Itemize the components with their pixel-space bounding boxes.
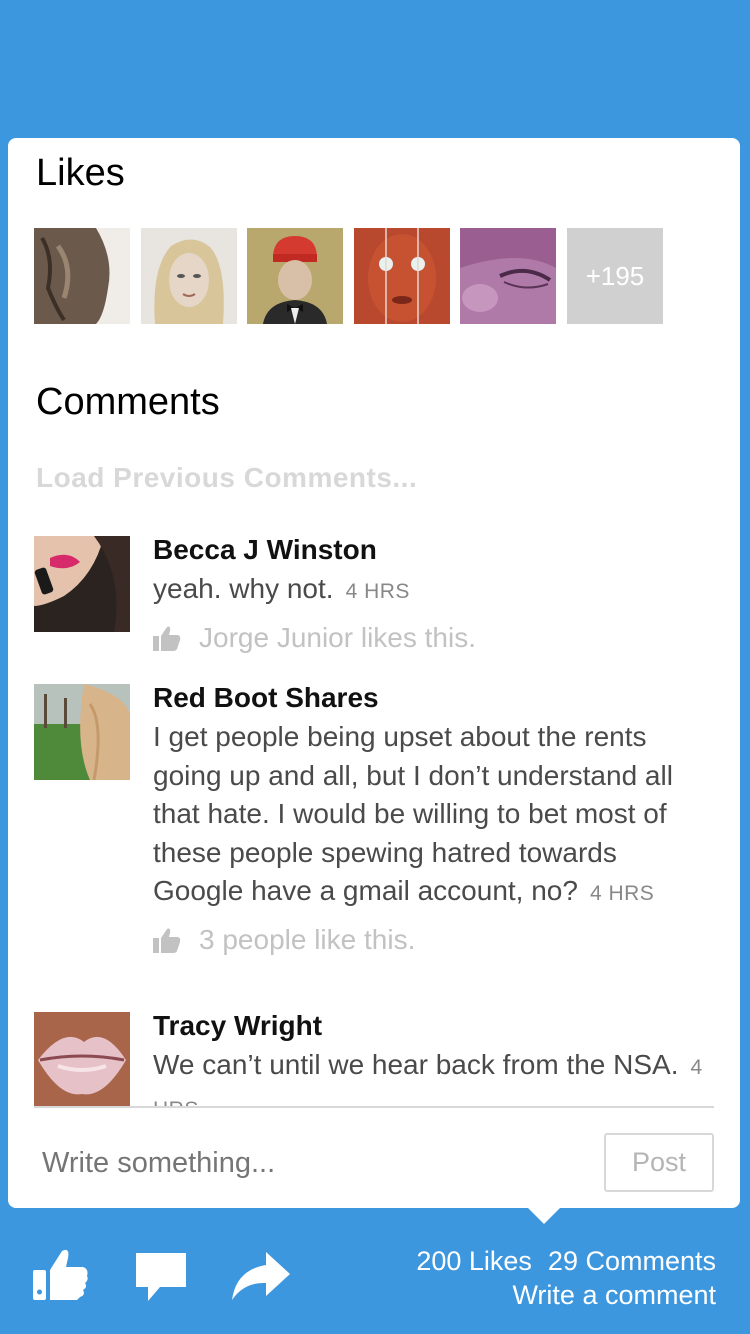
comments-heading: Comments [36, 381, 220, 423]
comment-likes-text: Jorge Junior likes this. [199, 621, 477, 653]
liker-avatar[interactable] [247, 228, 343, 324]
comment-likes[interactable]: 3 people like this. [153, 922, 713, 958]
thumbs-up-icon [153, 626, 181, 651]
post-action-bar: 200 Likes 29 Comments Write a comment [0, 1208, 750, 1334]
liker-avatar[interactable] [141, 228, 237, 324]
speech-bubble-icon [136, 1253, 186, 1301]
thumbs-up-icon [153, 928, 181, 953]
comment-input[interactable] [42, 1143, 582, 1183]
post-button[interactable]: Post [604, 1133, 714, 1192]
comment-likes[interactable]: Jorge Junior likes this. [153, 620, 713, 656]
comment-text: I get people being upset about the rents… [153, 721, 673, 906]
liker-avatar[interactable] [460, 228, 556, 324]
comment-text: We can’t until we hear back from the NSA… [153, 1046, 713, 1106]
comment-timestamp: 4 HRS [589, 882, 655, 905]
comment-author[interactable]: Becca J Winston [153, 536, 713, 566]
write-comment-link[interactable]: Write a comment [416, 1278, 716, 1312]
thumbs-up-icon [33, 1249, 88, 1300]
more-likers-count[interactable]: +195 [567, 228, 663, 324]
commenter-avatar[interactable] [34, 684, 130, 780]
liker-avatar[interactable] [34, 228, 130, 324]
comment-timestamp: 4 HRS [345, 580, 410, 603]
post-stats: 200 Likes 29 Comments Write a comment [416, 1244, 716, 1312]
comment-text: yeah. why not. 4 HRS [153, 573, 410, 604]
post-detail-card: Likes +195 Comments Load Previous Commen… [8, 138, 740, 1208]
liker-avatar[interactable] [354, 228, 450, 324]
likes-heading: Likes [36, 152, 125, 194]
likes-count-link[interactable]: 200 Likes [416, 1246, 532, 1276]
share-arrow-icon [232, 1252, 290, 1300]
commenter-avatar[interactable] [34, 1012, 130, 1106]
comment-likes-text: 3 people like this. [199, 923, 416, 955]
share-button[interactable] [232, 1252, 290, 1305]
load-previous-comments-link[interactable]: Load Previous Comments... [36, 462, 417, 494]
like-button[interactable] [33, 1248, 89, 1305]
commenter-avatar[interactable] [34, 536, 130, 632]
comment-author[interactable]: Tracy Wright [153, 1010, 713, 1042]
comment-list[interactable]: Becca J Winston yeah. why not. 4 HRS Jorg… [34, 536, 714, 1108]
comment-button[interactable] [136, 1253, 186, 1308]
comment-author[interactable]: Red Boot Shares [153, 682, 713, 714]
comments-count-link[interactable]: 29 Comments [548, 1246, 716, 1276]
